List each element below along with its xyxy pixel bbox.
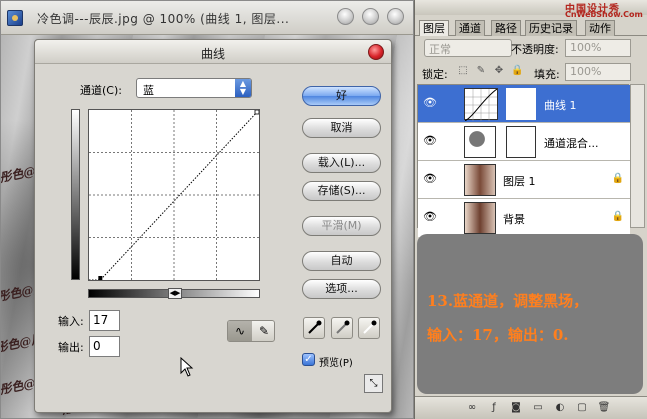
curve-point-tool-icon[interactable]: ∿ <box>228 321 252 341</box>
white-eyedropper-icon[interactable] <box>358 317 380 339</box>
fill-label: 填充: <box>534 68 560 81</box>
eye-visibility-icon[interactable]: 👁 <box>422 134 438 148</box>
smooth-button[interactable]: 平滑(M) <box>302 216 381 236</box>
new-group-icon[interactable]: ▭ <box>531 401 545 415</box>
photoshop-document-icon <box>7 10 23 26</box>
caption-line-1: 13.蓝通道，调整黑场， <box>427 292 589 310</box>
lock-pixels-icon[interactable]: ✎ <box>475 65 487 77</box>
output-gradient-bar <box>71 109 80 280</box>
document-title: 冷色调---辰辰.jpg @ 100% (曲线 1, 图层... <box>37 12 290 26</box>
eye-visibility-icon[interactable]: 👁 <box>422 172 438 186</box>
curve-graph-svg <box>89 109 260 281</box>
output-label: 输出: <box>58 341 84 354</box>
eye-visibility-icon[interactable]: 👁 <box>422 210 438 224</box>
gray-eyedropper-icon[interactable] <box>331 317 353 339</box>
layer-row-background[interactable]: 👁 背景 🔒 <box>418 199 630 237</box>
layers-panel: 中国设计秀 CnWebShow.Com 图层 通道 路径 历史记录 动作 正常 … <box>414 0 647 419</box>
site-watermark-url: CnWebShow.Com <box>565 10 643 19</box>
mouse-cursor-icon <box>180 357 194 377</box>
link-layers-icon[interactable]: ∞ <box>465 401 479 415</box>
curves-titlebar[interactable]: 曲线 <box>35 40 391 64</box>
curves-dialog: 曲线 通道(C): 蓝 ▲ ▼ ◀▶ 输入: 17 输出: 0 ∿ ✎ 好 取消… <box>34 39 392 413</box>
lock-icon: 🔒 <box>611 211 624 222</box>
layers-list: 👁 曲线 1 👁 通道混合... 👁 图层 1 🔒 👁 背景 🔒 <box>417 84 630 237</box>
document-titlebar[interactable]: 冷色调---辰辰.jpg @ 100% (曲线 1, 图层... <box>1 1 413 35</box>
layer-style-icon[interactable]: ƒ <box>487 401 501 415</box>
preview-label: 预览(P) <box>319 358 353 369</box>
tab-channels[interactable]: 通道 <box>455 20 485 36</box>
curve-black-point[interactable] <box>98 276 103 280</box>
channel-select[interactable]: 蓝 ▲ ▼ <box>136 78 252 98</box>
panel-tabs: 图层 通道 路径 历史记录 动作 <box>415 20 647 36</box>
preview-checkbox[interactable]: ✓ <box>302 353 315 366</box>
tab-actions[interactable]: 动作 <box>585 20 615 36</box>
portrait-thumbnail <box>464 164 496 196</box>
opacity-field[interactable]: 100% <box>565 39 631 57</box>
expand-graph-icon[interactable]: ⤡ <box>364 374 383 393</box>
lock-all-icon[interactable]: 🔒 <box>511 65 523 77</box>
lock-icon: 🔒 <box>611 173 624 184</box>
layer-row-curves[interactable]: 👁 曲线 1 <box>418 85 630 123</box>
output-value-field[interactable]: 0 <box>89 336 120 357</box>
layers-scrollbar[interactable] <box>630 84 645 228</box>
curve-white-point[interactable] <box>254 109 260 115</box>
close-dialog-button[interactable] <box>368 44 384 60</box>
opacity-label: 不透明度: <box>511 43 559 56</box>
graph-grid <box>89 110 259 280</box>
channel-value: 蓝 <box>143 84 154 97</box>
curve-graph[interactable] <box>88 109 260 281</box>
new-adjustment-layer-icon[interactable]: ◐ <box>553 401 567 415</box>
curve-tool-group: ∿ ✎ <box>227 320 275 342</box>
layer-mask-thumbnail <box>506 126 536 158</box>
layer-name: 曲线 1 <box>544 99 577 112</box>
new-layer-icon[interactable]: ▢ <box>575 401 589 415</box>
blend-mode-select[interactable]: 正常 <box>424 39 512 57</box>
layer-row-channel-mixer[interactable]: 👁 通道混合... <box>418 123 630 161</box>
layer-mask-thumbnail <box>506 88 536 120</box>
add-mask-icon[interactable]: ◙ <box>509 401 523 415</box>
channel-label: 通道(C): <box>80 84 122 97</box>
tutorial-caption-box: 13.蓝通道，调整黑场， 输入：17，输出：0. <box>417 234 643 394</box>
black-eyedropper-icon[interactable] <box>303 317 325 339</box>
layers-panel-footer: ∞ ƒ ◙ ▭ ◐ ▢ 🗑 <box>415 396 647 419</box>
cancel-button[interactable]: 取消 <box>302 118 381 138</box>
lock-label: 锁定: <box>422 68 448 81</box>
pencil-tool-icon[interactable]: ✎ <box>252 321 274 341</box>
minimize-button[interactable] <box>337 8 354 25</box>
eye-visibility-icon[interactable]: 👁 <box>422 96 438 110</box>
portrait-thumbnail <box>464 202 496 234</box>
layer-name: 背景 <box>503 213 525 226</box>
lock-position-icon[interactable]: ✥ <box>493 65 505 77</box>
auto-button[interactable]: 自动 <box>302 251 381 271</box>
load-button[interactable]: 载入(L)... <box>302 153 381 173</box>
options-button[interactable]: 选项... <box>302 279 381 299</box>
tab-paths[interactable]: 路径 <box>491 20 521 36</box>
ok-button[interactable]: 好 <box>302 86 381 106</box>
maximize-button[interactable] <box>362 8 379 25</box>
layer-name: 图层 1 <box>503 175 536 188</box>
input-label: 输入: <box>58 315 84 328</box>
gradient-toggle-icon[interactable]: ◀▶ <box>168 288 182 299</box>
fill-field[interactable]: 100% <box>565 63 631 81</box>
tab-layers[interactable]: 图层 <box>419 20 449 36</box>
save-button[interactable]: 存储(S)... <box>302 181 381 201</box>
updown-arrows-icon: ▲ ▼ <box>235 79 251 97</box>
lock-transparency-icon[interactable]: ⬚ <box>457 65 469 77</box>
curves-adjustment-thumbnail <box>464 88 498 122</box>
caption-line-2: 输入：17，输出：0. <box>427 326 569 344</box>
layer-name: 通道混合... <box>544 137 599 150</box>
input-value-field[interactable]: 17 <box>89 310 120 331</box>
channel-mixer-thumbnail <box>464 126 496 158</box>
tab-history[interactable]: 历史记录 <box>525 20 577 36</box>
delete-layer-icon[interactable]: 🗑 <box>597 401 611 415</box>
close-document-button[interactable] <box>387 8 404 25</box>
layer-row-layer-1[interactable]: 👁 图层 1 🔒 <box>418 161 630 199</box>
curves-title: 曲线 <box>200 47 225 61</box>
